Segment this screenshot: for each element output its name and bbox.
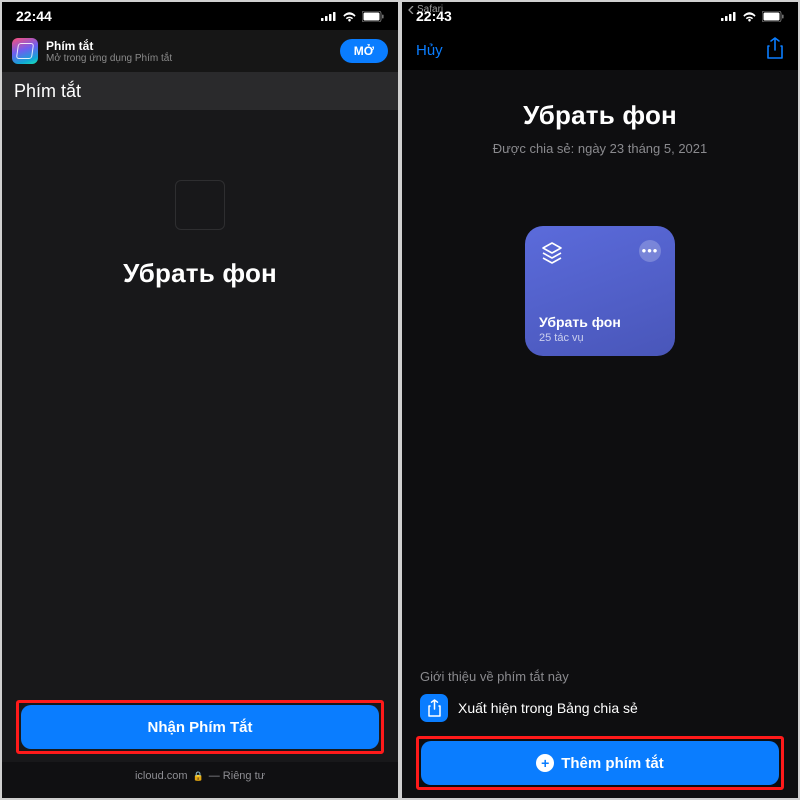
open-button[interactable]: MỞ — [340, 39, 388, 63]
lock-icon: 🔒 — [193, 771, 204, 782]
shared-date: Được chia sẻ: ngày 23 tháng 5, 2021 — [493, 141, 708, 156]
status-bar: 22:44 — [2, 2, 398, 30]
shortcut-title: Убрать фон — [523, 100, 677, 131]
shortcut-name: Убрать фон — [123, 258, 277, 289]
card-actions-count: 25 tác vụ — [539, 332, 661, 344]
bottom-area-right: + Thêm phím tắt — [402, 726, 798, 798]
app-banner-subtitle: Mở trong ứng dụng Phím tắt — [46, 53, 332, 64]
shortcut-card[interactable]: ••• Убрать фон 25 tác vụ — [525, 226, 675, 356]
add-shortcut-label: Thêm phím tắt — [561, 755, 664, 772]
share-button[interactable] — [766, 37, 784, 64]
modal-topbar: Hủy — [402, 30, 798, 70]
safari-url-bar[interactable]: icloud.com 🔒 — Riêng tư — [2, 762, 398, 790]
status-icons — [321, 11, 384, 22]
loading-placeholder-icon — [175, 180, 225, 230]
url-privacy: — Riêng tư — [209, 770, 265, 782]
wifi-icon — [342, 11, 357, 22]
share-sheet-icon — [420, 694, 448, 722]
about-heading: Giới thiệu về phím tắt này — [420, 669, 780, 684]
phone-left: 22:44 Phím tắt Mở trong ứng dụng Phím tắ… — [2, 2, 398, 798]
safari-toolbar — [2, 790, 398, 798]
about-row-label: Xuất hiện trong Bảng chia sẻ — [458, 700, 638, 716]
app-banner-title: Phím tắt — [46, 39, 332, 53]
cancel-button[interactable]: Hủy — [416, 42, 443, 59]
bottom-area-left: Nhận Phím Tắt — [2, 690, 398, 762]
status-icons — [721, 11, 784, 22]
stack-icon — [539, 240, 565, 266]
about-row-sharesheet: Xuất hiện trong Bảng chia sẻ — [420, 694, 780, 722]
add-shortcut-button[interactable]: + Thêm phím tắt — [421, 741, 779, 785]
battery-icon — [762, 11, 784, 22]
annotation-highlight: Nhận Phím Tắt — [16, 700, 384, 754]
get-shortcut-button[interactable]: Nhận Phím Tắt — [21, 705, 379, 749]
battery-icon — [362, 11, 384, 22]
app-banner-text: Phím tắt Mở trong ứng dụng Phím tắt — [46, 39, 332, 64]
content-right: Убрать фон Được chia sẻ: ngày 23 tháng 5… — [402, 70, 798, 726]
app-banner: Phím tắt Mở trong ứng dụng Phím tắt MỞ — [2, 30, 398, 72]
plus-icon: + — [536, 754, 554, 772]
annotation-highlight: + Thêm phím tắt — [416, 736, 784, 790]
wifi-icon — [742, 11, 757, 22]
phone-right: Safari 22:43 Hủy Убрать фон Được chia sẻ… — [402, 2, 798, 798]
nav-title: Phím tắt — [2, 72, 398, 110]
signal-icon — [321, 11, 337, 21]
card-title: Убрать фон — [539, 314, 661, 330]
about-section: Giới thiệu về phím tắt này Xuất hiện tro… — [402, 669, 798, 722]
status-bar: 22:43 — [402, 2, 798, 30]
back-to-app[interactable]: Safari — [408, 4, 443, 15]
url-domain: icloud.com — [135, 770, 188, 782]
content-left: Убрать фон — [2, 110, 398, 690]
shortcuts-app-icon — [12, 38, 38, 64]
card-more-button[interactable]: ••• — [639, 240, 661, 262]
back-to-app-label: Safari — [417, 4, 443, 15]
signal-icon — [721, 11, 737, 21]
status-time: 22:44 — [16, 8, 52, 24]
get-shortcut-label: Nhận Phím Tắt — [147, 719, 252, 736]
